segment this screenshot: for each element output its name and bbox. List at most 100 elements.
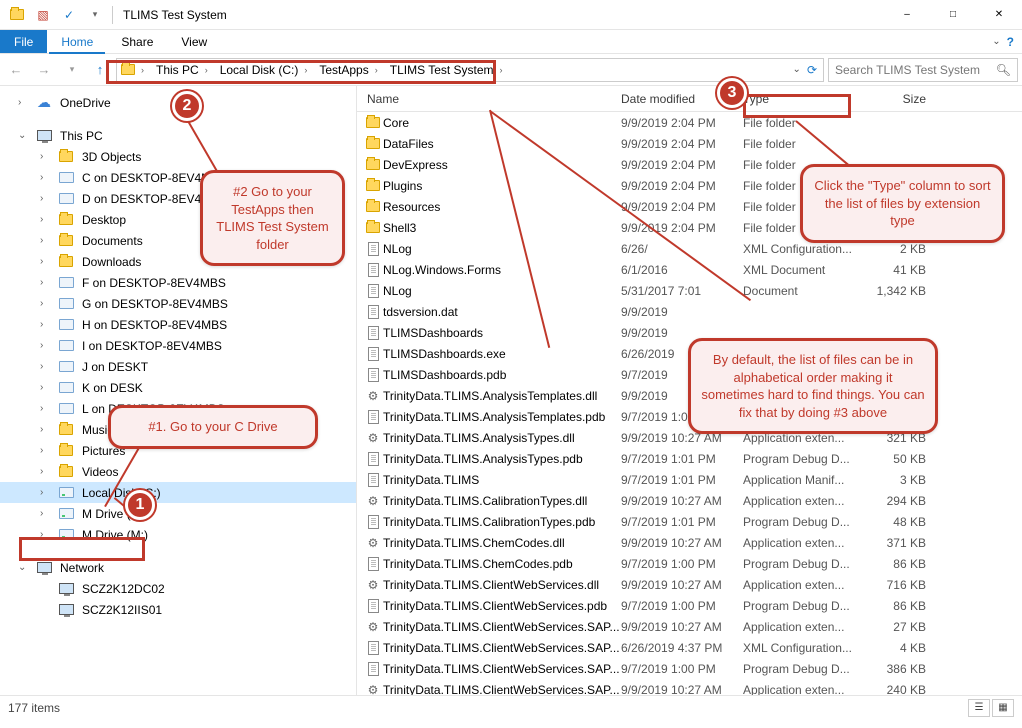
qat-properties-icon[interactable]: ▧ [32, 4, 54, 26]
item-count: 177 items [8, 701, 60, 715]
minimize-button[interactable]: – [884, 0, 930, 30]
file-row[interactable]: TrinityData.TLIMS.ClientWebServices.SAP.… [357, 637, 1022, 658]
file-row[interactable]: TrinityData.TLIMS9/7/2019 1:01 PMApplica… [357, 469, 1022, 490]
gear-icon: ⚙ [363, 536, 383, 550]
file-icon [363, 662, 383, 676]
callout-3: Click the "Type" column to sort the list… [800, 164, 1005, 243]
up-button[interactable]: ↑ [88, 58, 112, 82]
file-row[interactable]: ⚙TrinityData.TLIMS.ClientWebServices.dll… [357, 574, 1022, 595]
gear-icon: ⚙ [363, 494, 383, 508]
search-icon[interactable]: 🔍︎ [996, 63, 1011, 77]
folder-icon [363, 138, 383, 149]
file-row[interactable]: ⚙TrinityData.TLIMS.ClientWebServices.SAP… [357, 616, 1022, 637]
file-icon [363, 452, 383, 466]
computer-icon [58, 602, 74, 618]
column-size[interactable]: Size [862, 92, 952, 106]
file-row[interactable]: ⚙TrinityData.TLIMS.CalibrationTypes.dll9… [357, 490, 1022, 511]
qat-dropdown-icon[interactable]: ▾ [84, 4, 106, 26]
maximize-button[interactable]: □ [930, 0, 976, 30]
file-row[interactable]: DataFiles9/9/2019 2:04 PMFile folder [357, 133, 1022, 154]
tree-network[interactable]: ⌄Network [0, 557, 356, 578]
recent-locations-icon[interactable]: ▾ [60, 58, 84, 82]
thumbnails-view-button[interactable]: ▦ [992, 699, 1014, 717]
tree-item-scz2k12iis01[interactable]: SCZ2K12IIS01 [0, 599, 356, 620]
tab-home[interactable]: Home [47, 30, 107, 53]
help-icon[interactable]: ? [1007, 35, 1014, 49]
pc-icon [36, 128, 52, 144]
folder-icon [363, 180, 383, 191]
back-button[interactable]: ← [4, 58, 28, 82]
computer-icon [58, 581, 74, 597]
tree-item-icon [58, 275, 74, 291]
tree-item-icon [58, 443, 74, 459]
address-dropdown-icon[interactable]: ⌄ [793, 64, 807, 75]
file-row[interactable]: ⚙TrinityData.TLIMS.ClientWebServices.SAP… [357, 679, 1022, 695]
gear-icon: ⚙ [363, 389, 383, 403]
column-name[interactable]: Name [363, 92, 621, 106]
column-type[interactable]: Type [743, 92, 862, 106]
tree-item-scz2k12dc02[interactable]: SCZ2K12DC02 [0, 578, 356, 599]
file-icon [363, 641, 383, 655]
tree-item-icon [58, 317, 74, 333]
callout-2: #2 Go to your TestApps then TLIMS Test S… [200, 170, 345, 266]
gear-icon: ⚙ [363, 683, 383, 696]
file-icon [363, 599, 383, 613]
tree-item-i-on-desktop-8ev4mbs[interactable]: ›I on DESKTOP-8EV4MBS [0, 335, 356, 356]
tree-item-icon [58, 359, 74, 375]
folder-icon [363, 117, 383, 128]
file-tab[interactable]: File [0, 30, 47, 53]
tree-item-icon [58, 191, 74, 207]
tree-item-m-drive-m-[interactable]: ›M Drive (M:) [0, 524, 356, 545]
breadcrumb-root[interactable]: › [117, 59, 152, 81]
breadcrumb-thispc[interactable]: This PC› [152, 59, 216, 81]
file-row[interactable]: TrinityData.TLIMS.AnalysisTypes.pdb9/7/2… [357, 448, 1022, 469]
forward-button[interactable]: → [32, 58, 56, 82]
breadcrumb-testapps[interactable]: TestApps› [315, 59, 385, 81]
title-bar: ▧ ✓ ▾ TLIMS Test System – □ ✕ [0, 0, 1022, 30]
file-icon [363, 263, 383, 277]
tree-item-h-on-desktop-8ev4mbs[interactable]: ›H on DESKTOP-8EV4MBS [0, 314, 356, 335]
file-row[interactable]: tdsversion.dat9/9/2019 [357, 301, 1022, 322]
tab-share[interactable]: Share [107, 30, 167, 53]
tree-item-3d-objects[interactable]: ›3D Objects [0, 146, 356, 167]
file-row[interactable]: TrinityData.TLIMS.ClientWebServices.pdb9… [357, 595, 1022, 616]
tree-item-icon [58, 170, 74, 186]
folder-icon [363, 159, 383, 170]
tree-item-icon [58, 464, 74, 480]
tree-item-local-disk-c-[interactable]: ›Local Disk (C:) [0, 482, 356, 503]
tree-item-icon [58, 233, 74, 249]
status-bar: 177 items ☰ ▦ [0, 695, 1022, 719]
file-row[interactable]: TrinityData.TLIMS.ClientWebServices.SAP.… [357, 658, 1022, 679]
column-headers: Name Date modified Type Size [357, 86, 1022, 112]
tree-item-g-on-desktop-8ev4mbs[interactable]: ›G on DESKTOP-8EV4MBS [0, 293, 356, 314]
tree-thispc[interactable]: ⌄This PC [0, 125, 356, 146]
details-view-button[interactable]: ☰ [968, 699, 990, 717]
tree-item-m-drive-m-[interactable]: ›M Drive (M:) [0, 503, 356, 524]
file-row[interactable]: TrinityData.TLIMS.ChemCodes.pdb9/7/2019 … [357, 553, 1022, 574]
file-row[interactable]: ⚙TrinityData.TLIMS.ChemCodes.dll9/9/2019… [357, 532, 1022, 553]
folder-app-icon [6, 4, 28, 26]
file-row[interactable]: NLog5/31/2017 7:01Document1,342 KB [357, 280, 1022, 301]
tree-item-icon [58, 506, 74, 522]
tree-item-icon [58, 485, 74, 501]
tab-view[interactable]: View [167, 30, 221, 53]
badge-2: 2 [172, 91, 202, 121]
qat-new-folder-icon[interactable]: ✓ [58, 4, 80, 26]
refresh-icon[interactable]: ⟳ [807, 63, 823, 77]
tree-item-j-on-deskt[interactable]: ›J on DESKT [0, 356, 356, 377]
close-button[interactable]: ✕ [976, 0, 1022, 30]
breadcrumb-tlims[interactable]: TLIMS Test System› [386, 59, 511, 81]
tree-item-videos[interactable]: ›Videos [0, 461, 356, 482]
search-input[interactable]: Search TLIMS Test System 🔍︎ [828, 58, 1018, 82]
callout-4: By default, the list of files can be in … [688, 338, 938, 434]
breadcrumb-cdrive[interactable]: Local Disk (C:)› [216, 59, 316, 81]
ribbon-expand-icon[interactable]: ⌄ [992, 36, 1000, 47]
file-row[interactable]: NLog.Windows.Forms6/1/2016 XML Document4… [357, 259, 1022, 280]
file-icon [363, 326, 383, 340]
gear-icon: ⚙ [363, 620, 383, 634]
tree-item-f-on-desktop-8ev4mbs[interactable]: ›F on DESKTOP-8EV4MBS [0, 272, 356, 293]
file-row[interactable]: TrinityData.TLIMS.CalibrationTypes.pdb9/… [357, 511, 1022, 532]
file-row[interactable]: Core9/9/2019 2:04 PMFile folder [357, 112, 1022, 133]
address-bar[interactable]: › This PC› Local Disk (C:)› TestApps› TL… [116, 58, 824, 82]
tree-item-k-on-desk[interactable]: ›K on DESK [0, 377, 356, 398]
